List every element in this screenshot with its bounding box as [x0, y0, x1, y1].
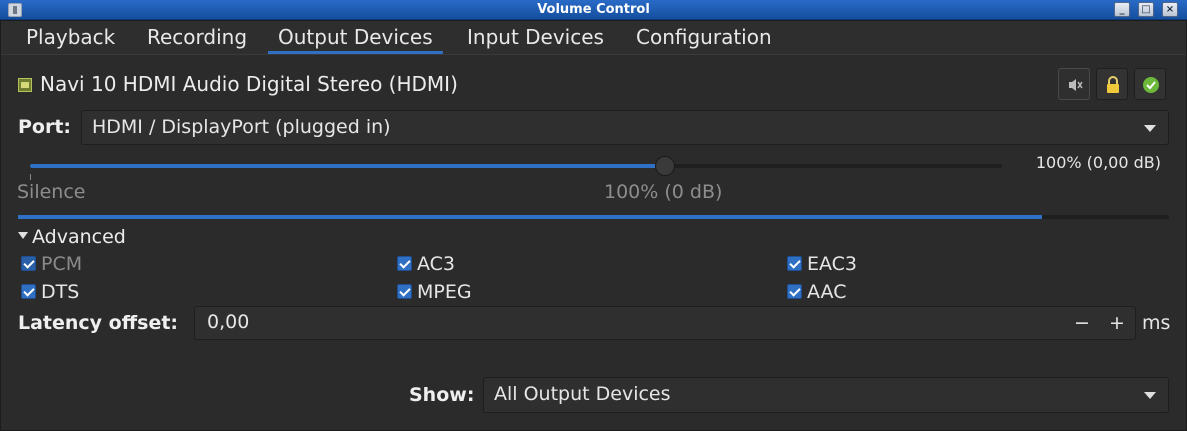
tab-input-devices[interactable]: Input Devices: [457, 24, 614, 54]
volume-slider-handle[interactable]: [655, 156, 676, 176]
maximize-button[interactable]: □: [1138, 2, 1154, 17]
latency-spinbutton[interactable]: 0,00 − +: [194, 306, 1136, 340]
port-label: Port:: [18, 116, 72, 138]
peak-meter-fill: [18, 215, 1043, 219]
mute-icon: [1069, 79, 1083, 91]
format-label: DTS: [41, 281, 80, 303]
latency-value[interactable]: 0,00: [207, 311, 249, 333]
format-label: MPEG: [417, 281, 472, 303]
peak-meter: [18, 215, 1169, 219]
latency-unit: ms: [1142, 312, 1171, 334]
format-label: AC3: [417, 253, 456, 275]
tab-bar: Playback Recording Output Devices Input …: [0, 20, 1187, 55]
advanced-expander[interactable]: Advanced: [18, 226, 126, 248]
device-name: Navi 10 HDMI Audio Digital Stereo (HDMI): [40, 72, 458, 96]
chevron-down-icon: [1144, 125, 1156, 132]
tab-configuration[interactable]: Configuration: [626, 24, 782, 54]
minimize-button[interactable]: _: [1114, 2, 1130, 17]
default-device-check-icon: [1143, 77, 1159, 93]
port-select[interactable]: HDMI / DisplayPort (plugged in): [81, 110, 1169, 145]
slider-100-mark-label: 100% (0 dB): [604, 181, 723, 203]
volume-readout: 100% (0,00 dB): [1035, 153, 1161, 172]
lock-channels-button[interactable]: [1096, 68, 1128, 100]
chevron-down-icon: [1144, 392, 1156, 399]
checkbox-checked-icon: [787, 284, 802, 299]
lock-icon: [1107, 76, 1119, 93]
format-label: PCM: [41, 253, 83, 275]
sound-card-icon: [18, 78, 32, 92]
show-label: Show:: [409, 384, 475, 406]
checkbox-checked-icon: [397, 284, 412, 299]
checkbox-checked-icon: [787, 256, 802, 271]
window-titlebar[interactable]: Volume Control _ □ ×: [0, 0, 1187, 20]
latency-increment-button[interactable]: +: [1104, 311, 1130, 335]
volume-slider[interactable]: [30, 156, 1002, 176]
checkbox-checked-icon: [21, 256, 36, 271]
format-label: EAC3: [807, 253, 858, 275]
latency-label: Latency offset:: [18, 312, 179, 334]
show-filter-select[interactable]: All Output Devices: [483, 377, 1169, 413]
tab-output-devices[interactable]: Output Devices: [268, 24, 443, 54]
advanced-label: Advanced: [32, 226, 126, 248]
checkbox-checked-icon: [397, 256, 412, 271]
show-filter-value: All Output Devices: [494, 383, 671, 405]
tab-recording[interactable]: Recording: [137, 24, 257, 54]
checkbox-checked-icon: [21, 284, 36, 299]
slider-silence-label: Silence: [17, 181, 86, 203]
set-default-button[interactable]: [1134, 68, 1166, 100]
format-label: AAC: [807, 281, 847, 303]
volume-slider-fill: [30, 164, 666, 168]
mute-toggle-button[interactable]: [1058, 68, 1090, 100]
close-button[interactable]: ×: [1162, 2, 1178, 17]
tab-playback[interactable]: Playback: [16, 24, 125, 54]
window-title: Volume Control: [537, 2, 650, 17]
expander-triangle-icon: [18, 232, 28, 239]
slider-tick: [30, 174, 31, 180]
latency-decrement-button[interactable]: −: [1069, 311, 1095, 335]
port-value: HDMI / DisplayPort (plugged in): [92, 116, 391, 138]
